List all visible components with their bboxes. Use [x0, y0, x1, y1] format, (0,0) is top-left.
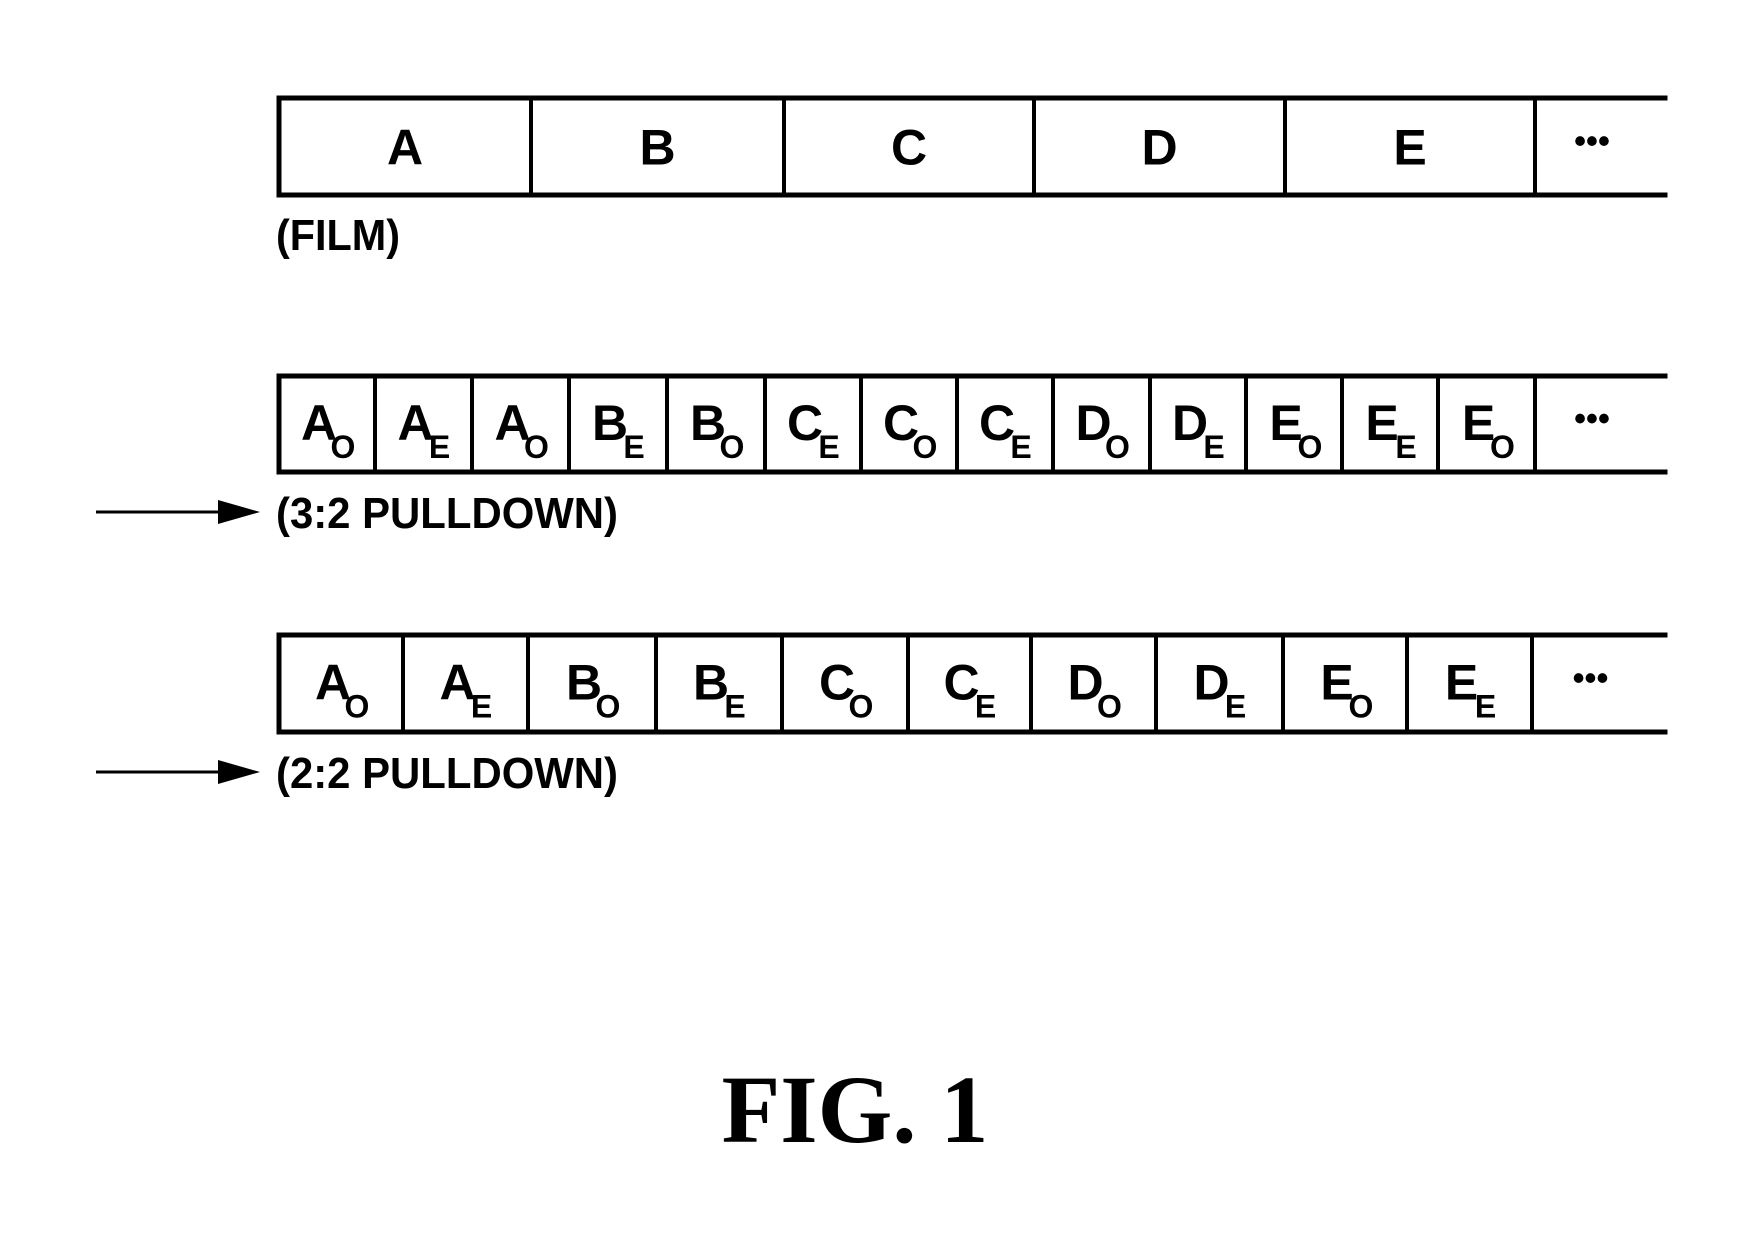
frame-letter: E [1393, 120, 1426, 176]
frame-cell: AO [494, 395, 549, 465]
field-parity: E [975, 689, 996, 725]
arrow-head [218, 760, 260, 784]
row-film: A B C D E ••• (FILM) [276, 95, 1668, 260]
frame-letter: A [387, 120, 423, 176]
arrow-head [218, 500, 260, 524]
field-parity: E [1010, 429, 1031, 465]
frame-letter: C [891, 120, 927, 176]
frame-cell: EE [1365, 395, 1416, 465]
frame-cell: CO [883, 395, 938, 465]
field-parity: E [724, 689, 745, 725]
field-parity: O [849, 689, 874, 725]
frame-cell: EO [1462, 395, 1515, 465]
frame-cell: EO [1320, 655, 1373, 725]
frame-cell: AO [315, 655, 370, 725]
row-label: (2:2 PULLDOWN) [276, 749, 618, 798]
field-parity: O [1490, 429, 1515, 465]
continuation-ellipsis: ••• [1574, 123, 1610, 161]
arrow-icon [96, 500, 260, 524]
field-parity: E [1225, 689, 1246, 725]
field-parity: E [623, 429, 644, 465]
field-parity: O [596, 689, 621, 725]
frame-cell: CE [943, 655, 996, 725]
row-pulldown-3-2: AO AE AO BE BO CE CO CE DO DE EO EE EO•••(3:2 PULLDO… [96, 373, 1668, 538]
field-parity: E [818, 429, 839, 465]
row-label: (3:2 PULLDOWN) [276, 489, 618, 538]
frame-cell: CE [787, 395, 840, 465]
frame-cell: E [1393, 120, 1426, 176]
field-parity: E [471, 689, 492, 725]
frame-cell: AE [439, 655, 492, 725]
frame-cell: A [387, 120, 423, 176]
frame-cell: DO [1075, 395, 1130, 465]
field-parity: O [720, 429, 745, 465]
figure-title: FIG. 1 [722, 1056, 989, 1163]
frame-cell: B [639, 120, 675, 176]
field-parity: E [429, 429, 450, 465]
frame-cell: CE [979, 395, 1032, 465]
field-parity: O [524, 429, 549, 465]
frame-cell: DO [1067, 655, 1122, 725]
frame-cell: BE [693, 655, 746, 725]
frame-cell: D [1141, 120, 1177, 176]
rows-layer: A B C D E •••(FILM)AO AE AO BE BO CE CO CE DO DE EO EE EO… [96, 95, 1668, 798]
continuation-ellipsis: ••• [1574, 400, 1610, 438]
frame-cell: C [891, 120, 927, 176]
frame-cell: EO [1269, 395, 1322, 465]
field-parity: O [331, 429, 356, 465]
field-parity: E [1395, 429, 1416, 465]
field-parity: O [913, 429, 938, 465]
row-label: (FILM) [276, 211, 400, 260]
frame-cell: DE [1193, 655, 1246, 725]
field-parity: O [1097, 689, 1122, 725]
row-pulldown-2-2: AO AE BO BE CO CE DO DE EO EE•••(2:2 PULLDOWN) [96, 632, 1668, 798]
frame-cell: BE [592, 395, 645, 465]
frame-cell: CO [819, 655, 874, 725]
field-parity: O [345, 689, 370, 725]
field-parity: O [1349, 689, 1374, 725]
field-parity: E [1203, 429, 1224, 465]
continuation-ellipsis: ••• [1573, 660, 1609, 698]
frame-cell: DE [1172, 395, 1225, 465]
frame-letter: E [1445, 655, 1478, 711]
frame-cell: BO [566, 655, 621, 725]
frame-cell: AE [397, 395, 450, 465]
frame-cell: AO [301, 395, 356, 465]
frame-cell: EE [1445, 655, 1496, 725]
field-parity: E [1475, 689, 1496, 725]
frame-letter: E [1365, 395, 1398, 451]
frame-letter: B [639, 120, 675, 176]
arrow-icon [96, 760, 260, 784]
field-parity: O [1105, 429, 1130, 465]
field-parity: O [1298, 429, 1323, 465]
pulldown-diagram: A B C D E •••(FILM)AO AE AO BE BO CE CO CE DO DE EO EE EO… [96, 95, 1668, 1163]
frame-cell: BO [690, 395, 745, 465]
frame-letter: D [1141, 120, 1177, 176]
